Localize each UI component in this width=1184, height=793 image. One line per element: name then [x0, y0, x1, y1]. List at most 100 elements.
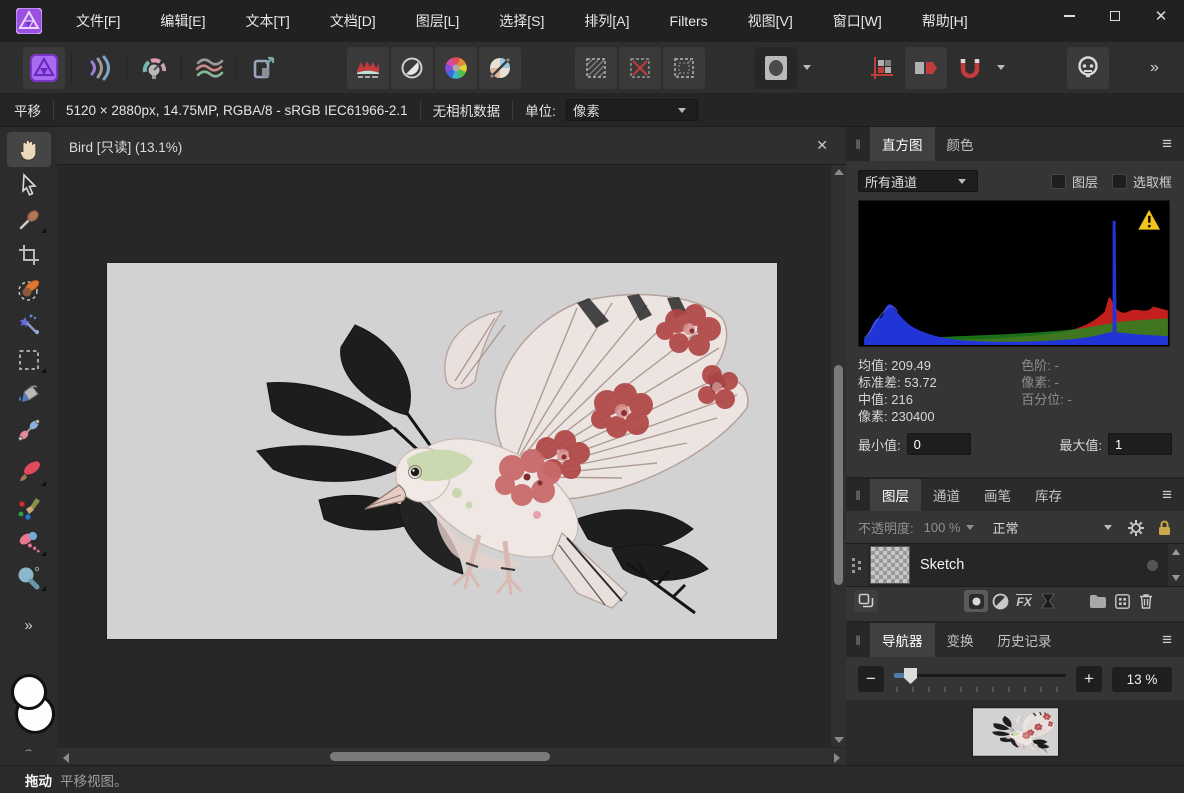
menu-file[interactable]: 文件[F] — [56, 0, 140, 42]
min-input[interactable] — [907, 433, 971, 455]
tab-layers[interactable]: 图层 — [870, 479, 921, 511]
vertical-scroll-thumb[interactable] — [834, 365, 843, 585]
group-layers-button[interactable] — [1086, 590, 1110, 612]
erase-brush-tool[interactable] — [7, 525, 51, 560]
photo-persona-button[interactable] — [23, 47, 65, 89]
blend-mode-chevron-icon[interactable] — [1104, 525, 1112, 530]
menu-view[interactable]: 视图[V] — [728, 0, 813, 42]
snapping-button[interactable] — [949, 47, 991, 89]
flood-select-tool[interactable] — [7, 307, 51, 342]
color-picker-tool[interactable] — [7, 202, 51, 237]
max-input[interactable] — [1108, 433, 1172, 455]
panel-drag-handle[interactable]: ‖ — [846, 127, 870, 161]
rectangular-marquee-tool[interactable] — [7, 342, 51, 377]
deselect-button[interactable] — [619, 47, 661, 89]
canvas-viewport[interactable] — [57, 165, 846, 747]
panel-drag-handle[interactable]: ‖ — [846, 623, 870, 657]
tab-history[interactable]: 历史记录 — [986, 623, 1064, 657]
move-by-whole-pixels-button[interactable] — [905, 47, 947, 89]
pixel-brush-tool[interactable] — [7, 490, 51, 525]
assistant-button[interactable] — [1067, 47, 1109, 89]
zoom-in-button[interactable]: + — [1076, 666, 1102, 692]
tab-channels[interactable]: 通道 — [921, 479, 972, 511]
menu-text[interactable]: 文本[T] — [225, 0, 309, 42]
auto-white-balance-button[interactable] — [479, 47, 521, 89]
menu-select[interactable]: 选择[S] — [479, 0, 564, 42]
color-selector[interactable] — [7, 674, 51, 736]
duplicate-layer-button[interactable] — [854, 590, 878, 612]
menu-layer[interactable]: 图层[L] — [396, 0, 480, 42]
quick-mask-button[interactable] — [755, 47, 797, 89]
zoom-slider-track[interactable] — [894, 674, 1066, 677]
tab-stock[interactable]: 库存 — [1023, 479, 1074, 511]
lock-icon[interactable] — [1157, 519, 1172, 537]
scroll-up-icon[interactable] — [834, 169, 844, 175]
zoom-value[interactable]: 13 % — [1112, 667, 1172, 692]
paint-brush-tool[interactable] — [7, 455, 51, 490]
menu-filters[interactable]: Filters — [650, 0, 728, 42]
layers-scrollbar[interactable] — [1168, 544, 1184, 586]
flood-fill-tool[interactable] — [7, 377, 51, 412]
force-pixel-alignment-button[interactable] — [861, 47, 903, 89]
units-dropdown[interactable]: 像素 — [566, 99, 698, 121]
layer-settings-gear-icon[interactable] — [1127, 519, 1145, 537]
liquify-persona-button[interactable] — [78, 47, 120, 89]
navigator-thumbnail[interactable] — [973, 708, 1058, 756]
liquify-live-button[interactable] — [1036, 590, 1060, 612]
blend-mode-value[interactable]: 正常 — [993, 518, 1019, 537]
selection-brush-tool[interactable] — [7, 272, 51, 307]
menu-document[interactable]: 文档[D] — [310, 0, 396, 42]
canvas-image[interactable] — [107, 263, 777, 639]
layer-checkbox[interactable] — [1051, 174, 1066, 189]
gradient-tool[interactable] — [7, 412, 51, 447]
menu-window[interactable]: 窗口[W] — [813, 0, 902, 42]
auto-colors-button[interactable] — [435, 47, 477, 89]
menu-edit[interactable]: 编辑[E] — [140, 0, 225, 42]
zoom-slider-handle[interactable] — [904, 668, 917, 684]
minimize-button[interactable] — [1046, 0, 1092, 32]
scroll-down-icon[interactable] — [834, 737, 844, 743]
layer-thumbnail[interactable] — [870, 546, 910, 584]
menu-arrange[interactable]: 排列[A] — [564, 0, 649, 42]
zoom-out-button[interactable]: − — [858, 666, 884, 692]
maximize-button[interactable] — [1092, 0, 1138, 32]
new-layer-button[interactable] — [1110, 590, 1134, 612]
stroke-color-swatch[interactable] — [11, 674, 47, 710]
layer-grip[interactable] — [846, 544, 868, 586]
tab-brushes[interactable]: 画笔 — [972, 479, 1023, 511]
tab-color[interactable]: 颜色 — [935, 127, 986, 161]
move-tool[interactable] — [7, 167, 51, 202]
tab-navigator[interactable]: 导航器 — [870, 623, 935, 657]
layer-visibility-toggle[interactable] — [1147, 560, 1158, 571]
layer-name[interactable]: Sketch — [910, 544, 1147, 586]
document-tab[interactable]: Bird [只读] (13.1%) ✕ — [57, 127, 846, 164]
scroll-right-icon[interactable] — [834, 753, 840, 763]
auto-levels-button[interactable] — [347, 47, 389, 89]
horizontal-scroll-thumb[interactable] — [330, 752, 550, 761]
crop-tool[interactable] — [7, 237, 51, 272]
opacity-value[interactable]: 100 % — [924, 520, 961, 535]
delete-layer-button[interactable] — [1134, 590, 1158, 612]
develop-persona-button[interactable] — [133, 47, 175, 89]
panel-drag-handle[interactable]: ‖ — [846, 479, 870, 511]
navigator-preview-area[interactable] — [846, 700, 1184, 765]
channel-dropdown[interactable]: 所有通道 — [858, 170, 978, 192]
tone-mapping-persona-button[interactable] — [188, 47, 230, 89]
menu-help[interactable]: 帮助[H] — [902, 0, 988, 42]
panel-menu-icon[interactable]: ≡ — [1150, 479, 1184, 511]
document-tab-close-icon[interactable]: ✕ — [810, 135, 834, 156]
toolbar-overflow-button[interactable]: » — [1150, 59, 1159, 77]
invert-selection-button[interactable] — [663, 47, 705, 89]
tab-transform[interactable]: 变换 — [935, 623, 986, 657]
panel-menu-icon[interactable]: ≡ — [1150, 127, 1184, 161]
scroll-down-icon[interactable] — [1172, 575, 1180, 581]
panel-menu-icon[interactable]: ≡ — [1150, 623, 1184, 657]
opacity-chevron-icon[interactable] — [966, 525, 974, 530]
zoom-slider[interactable] — [894, 666, 1066, 692]
tab-histogram[interactable]: 直方图 — [870, 127, 935, 161]
vertical-scrollbar[interactable] — [831, 165, 846, 747]
export-persona-button[interactable] — [243, 47, 285, 89]
marquee-checkbox[interactable] — [1112, 174, 1127, 189]
mask-layer-button[interactable] — [964, 590, 988, 612]
select-all-button[interactable] — [575, 47, 617, 89]
